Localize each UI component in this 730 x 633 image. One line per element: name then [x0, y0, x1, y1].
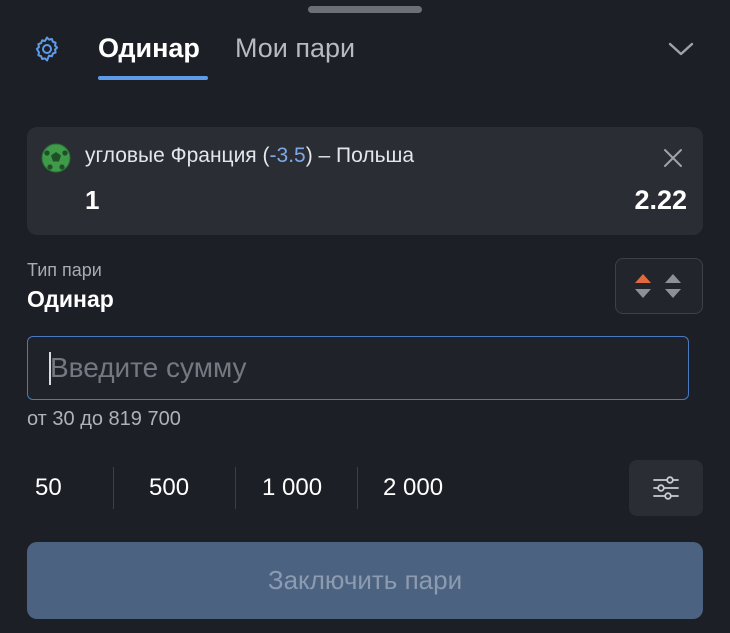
football-icon [41, 143, 71, 173]
divider [235, 467, 236, 509]
odds-change-icon[interactable] [615, 258, 703, 314]
bet-outcome: 1 [85, 185, 100, 215]
divider [113, 467, 114, 509]
bet-type-value: Одинар [27, 286, 114, 312]
text-caret [49, 352, 51, 385]
event-prefix: угловые Франция ( [85, 144, 270, 167]
event-name: угловые Франция (-3.5) – Польша [85, 144, 414, 168]
close-icon[interactable] [659, 144, 687, 172]
quick-amount-500[interactable]: 500 [149, 474, 189, 502]
bet-slip-header: Одинар Мои пари [0, 22, 730, 84]
sliders-icon[interactable] [629, 460, 703, 516]
amount-input[interactable] [27, 336, 689, 400]
bet-slip-sheet: Одинар Мои пари угловые Франция (-3.5) –… [0, 0, 730, 633]
tab-single[interactable]: Одинар [98, 32, 200, 64]
place-bet-button[interactable]: Заключить пари [27, 542, 703, 619]
quick-amount-1000[interactable]: 1 000 [262, 474, 322, 502]
amount-limits: от 30 до 819 700 [27, 408, 181, 430]
tab-my-bets[interactable]: Мои пари [235, 32, 355, 64]
gear-icon[interactable] [30, 32, 64, 66]
divider [357, 467, 358, 509]
quick-amount-50[interactable]: 50 [35, 474, 62, 502]
bet-type-label: Тип пари [27, 260, 102, 280]
active-tab-indicator [98, 76, 208, 80]
quick-amounts: 50 500 1 000 2 000 [0, 460, 730, 516]
bet-card: угловые Франция (-3.5) – Польша 1 2.22 [27, 127, 703, 235]
bet-odds: 2.22 [634, 185, 687, 215]
event-suffix: ) – Польша [305, 144, 415, 167]
chevron-down-icon[interactable] [664, 34, 698, 64]
quick-amount-2000[interactable]: 2 000 [383, 474, 443, 502]
drag-handle[interactable] [308, 6, 422, 13]
handicap-value: -3.5 [269, 144, 306, 167]
